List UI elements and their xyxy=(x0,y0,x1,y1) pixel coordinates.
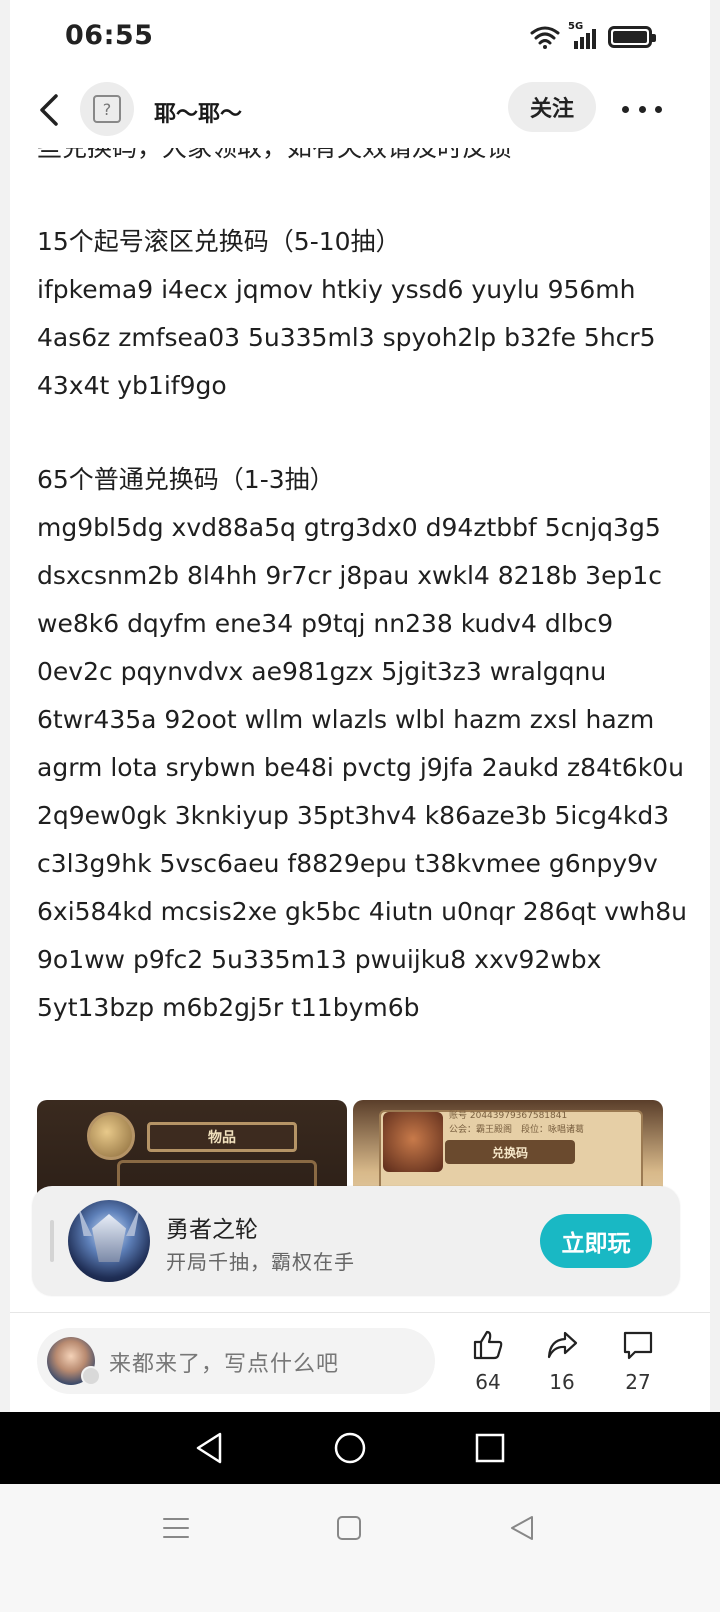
game-icon xyxy=(68,1200,150,1282)
share-arrow-icon xyxy=(547,1331,578,1359)
menu-icon[interactable] xyxy=(160,1512,192,1544)
status-time: 06:55 xyxy=(65,20,154,51)
comment-count: 27 xyxy=(625,1370,651,1394)
more-options-icon[interactable] xyxy=(622,94,662,124)
comment-input[interactable]: 来都来了，写点什么吧 xyxy=(37,1328,435,1394)
code-list-reroll: ifpkema9 i4ecx jqmov htkiy yssd6 yuylu 9… xyxy=(37,275,656,400)
code-list-normal: mg9bl5dg xvd88a5q gtrg3dx0 d94ztbbf 5cnj… xyxy=(37,513,687,1022)
secondary-nav-bar xyxy=(0,1484,720,1612)
app-screen: 06:55 5G ? 耶～耶～ 关注 些兑换码，大家领取，如有失 xyxy=(10,0,710,1452)
back-arrow-icon[interactable] xyxy=(34,90,64,130)
thumbs-up-icon xyxy=(473,1330,503,1360)
status-bar: 06:55 5G xyxy=(10,0,710,72)
account-id: 账号 20443979367581841 xyxy=(449,1111,568,1121)
play-now-button[interactable]: 立即玩 xyxy=(540,1214,652,1268)
redeem-label: 兑换码 xyxy=(445,1140,575,1164)
comment-bubble-icon xyxy=(623,1331,653,1360)
author-avatar[interactable]: ? xyxy=(80,82,134,136)
placeholder-image-icon: ? xyxy=(93,95,121,123)
like-button[interactable]: 64 xyxy=(458,1328,518,1398)
follow-button[interactable]: 关注 xyxy=(508,82,596,132)
nav-back-icon[interactable] xyxy=(192,1430,228,1466)
items-label: 物品 xyxy=(147,1122,297,1152)
post-header: ? 耶～耶～ 关注 xyxy=(10,72,710,148)
network-type: 5G xyxy=(568,21,584,32)
author-name[interactable]: 耶～耶～ xyxy=(154,96,242,128)
avatar-badge-icon xyxy=(81,1366,101,1386)
bag-icon xyxy=(87,1112,135,1160)
share-count: 16 xyxy=(549,1370,575,1394)
status-icons: 5G xyxy=(530,21,656,52)
share-button[interactable]: 16 xyxy=(532,1328,592,1398)
square-home-icon[interactable] xyxy=(333,1512,365,1544)
nav-recents-icon[interactable] xyxy=(472,1430,508,1466)
like-count: 64 xyxy=(475,1370,501,1394)
game-slogan: 开局千抽，霸权在手 xyxy=(166,1250,355,1274)
post-cut-line: 些兑换码，大家领取，如有失效请及时反馈 xyxy=(37,148,687,172)
wifi-icon xyxy=(530,26,560,49)
post-content: 些兑换码，大家领取，如有失效请及时反馈 15个起号滚区兑换码（5-10抽） if… xyxy=(37,148,687,1032)
comment-button[interactable]: 27 xyxy=(608,1328,668,1398)
signal-icon: 5G xyxy=(568,21,600,49)
nav-home-icon[interactable] xyxy=(332,1430,368,1466)
system-nav-bar xyxy=(0,1412,720,1484)
battery-icon xyxy=(608,26,656,48)
guild-label: 公会：霸王殿阁 xyxy=(449,1125,513,1135)
triangle-back-icon[interactable] xyxy=(506,1512,538,1544)
section-title-normal: 65个普通兑换码（1-3抽） xyxy=(37,465,335,494)
game-name: 勇者之轮 xyxy=(166,1217,258,1243)
section-title-reroll: 15个起号滚区兑换码（5-10抽） xyxy=(37,227,401,256)
comment-placeholder: 来都来了，写点什么吧 xyxy=(109,1352,340,1377)
rank-label: 段位：咏唱诸葛 xyxy=(521,1125,585,1135)
game-promo-card[interactable]: 勇者之轮 开局千抽，霸权在手 立即玩 xyxy=(32,1186,680,1296)
hero-portrait xyxy=(383,1112,443,1172)
